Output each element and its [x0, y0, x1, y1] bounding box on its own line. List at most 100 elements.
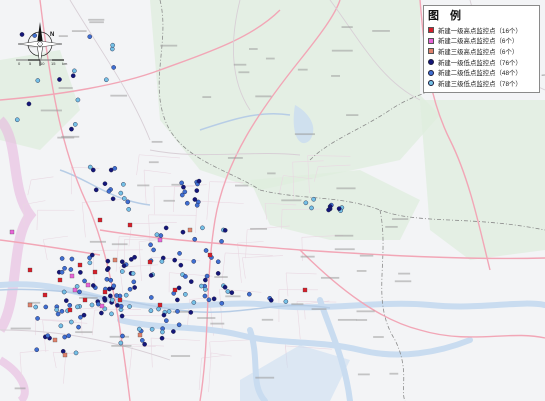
low-point-marker [114, 293, 119, 298]
low-point-marker [76, 324, 81, 330]
low-point-marker [176, 322, 182, 328]
light-blue-dot-icon [428, 80, 434, 87]
place-label [398, 272, 411, 275]
place-label [291, 303, 304, 306]
low-point-marker [72, 68, 77, 74]
low-point-marker [104, 77, 109, 83]
high-point-marker [85, 282, 91, 288]
low-point-marker [87, 164, 93, 170]
scale-tick-label: 5 [29, 61, 32, 66]
low-point-marker [93, 187, 99, 193]
place-label [79, 297, 98, 299]
high-point-marker [9, 229, 15, 235]
legend-item: 新建二级高点监控点（6个） [428, 36, 535, 47]
low-point-marker [160, 329, 165, 335]
low-point-marker [110, 196, 116, 202]
low-point-marker [206, 297, 212, 303]
low-point-marker [119, 313, 125, 319]
place-label [10, 327, 31, 330]
low-point-marker [73, 350, 79, 356]
low-point-marker [77, 289, 82, 295]
low-point-marker [68, 267, 74, 272]
legend-item-label: 新建一级高点监控点（16个） [438, 27, 522, 35]
low-point-marker [132, 285, 137, 290]
place-label [71, 30, 87, 32]
low-point-marker [140, 338, 145, 343]
place-label [214, 276, 228, 278]
low-point-marker [118, 190, 124, 196]
high-point-marker [27, 267, 33, 273]
high-point-marker [67, 307, 73, 313]
high-point-marker [72, 287, 78, 293]
low-point-marker [119, 269, 125, 274]
place-label [373, 336, 384, 338]
low-point-marker [229, 290, 235, 295]
low-point-marker [60, 349, 66, 354]
low-point-marker [111, 65, 116, 70]
high-point-marker [27, 302, 33, 308]
low-point-marker [104, 276, 110, 282]
place-label [89, 21, 104, 24]
low-point-marker [158, 233, 164, 238]
low-point-marker [54, 307, 59, 313]
low-point-marker [203, 277, 208, 283]
high-point-marker [302, 287, 308, 293]
low-point-marker [62, 265, 67, 271]
low-point-marker [203, 287, 208, 292]
place-label [255, 95, 272, 98]
low-point-marker [148, 273, 154, 278]
low-point-marker [34, 347, 40, 353]
low-point-marker [326, 207, 331, 213]
low-point-marker [136, 326, 142, 332]
low-point-marker [99, 310, 104, 316]
high-point-marker [92, 269, 98, 275]
high-point-marker [117, 297, 123, 303]
low-point-marker [102, 296, 107, 301]
low-point-marker [110, 46, 115, 52]
low-point-marker [179, 180, 184, 186]
low-point-marker [188, 279, 194, 284]
place-label [75, 331, 93, 334]
legend-item: 新建一级高点监控点（16个） [428, 25, 535, 36]
low-point-marker [58, 323, 64, 329]
place-label [389, 372, 399, 375]
low-point-marker [183, 274, 188, 279]
low-point-marker [26, 101, 32, 107]
low-point-marker [89, 302, 95, 308]
low-point-marker [63, 298, 69, 303]
scale-tick-label: 10 [40, 61, 45, 66]
low-point-marker [90, 283, 96, 288]
low-point-marker [87, 260, 93, 266]
low-point-marker [75, 304, 80, 310]
low-point-marker [163, 225, 169, 231]
low-point-marker [105, 267, 110, 272]
place-label [336, 187, 356, 190]
place-label [356, 319, 368, 321]
low-point-marker [247, 291, 252, 297]
navy-dot-icon [428, 59, 434, 66]
place-label [14, 387, 26, 390]
low-point-marker [211, 296, 217, 302]
scale-tick-label: 0 [18, 61, 21, 66]
high-point-marker [137, 332, 143, 338]
low-point-marker [194, 202, 200, 208]
low-point-marker [59, 256, 65, 261]
legend-item: 新建一级低点监控点（76个） [428, 57, 535, 68]
low-point-marker [188, 310, 194, 315]
low-point-marker [108, 293, 113, 299]
legend-item: 新建三级低点监控点（78个） [428, 78, 535, 89]
blue-dot-icon [428, 69, 434, 76]
high-point-marker [97, 217, 103, 223]
low-point-marker [35, 78, 41, 83]
place-label [357, 373, 370, 376]
low-point-marker [183, 292, 188, 297]
low-point-marker [127, 304, 132, 309]
high-point-marker [127, 222, 133, 228]
low-point-marker [159, 259, 165, 264]
low-point-marker [309, 205, 314, 211]
low-point-marker [149, 326, 155, 332]
place-label [238, 71, 250, 74]
place-label [334, 234, 354, 237]
low-point-marker [156, 306, 161, 312]
high-point-marker [102, 289, 108, 295]
